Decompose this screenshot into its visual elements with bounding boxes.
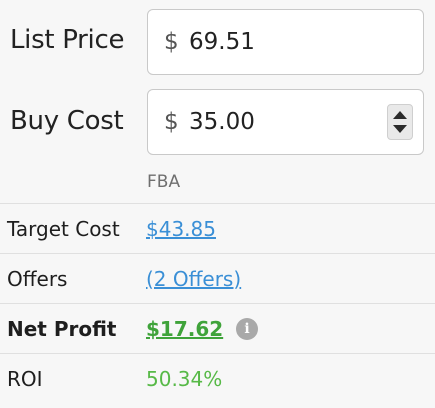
target-cost-label: Target Cost — [7, 216, 120, 241]
list-price-field[interactable]: $ 69.51 — [147, 9, 424, 75]
net-profit-row: Net Profit $17.62 i — [0, 303, 435, 353]
buy-cost-value[interactable]: 35.00 — [189, 109, 255, 135]
offers-label: Offers — [7, 266, 68, 291]
fulfillment-note: FBA — [147, 172, 181, 192]
offers-row: Offers (2 Offers) — [0, 253, 435, 303]
net-profit-label: Net Profit — [7, 316, 117, 341]
list-price-currency-symbol: $ — [164, 29, 179, 55]
decrement-arrow-icon[interactable] — [393, 125, 407, 133]
roi-row: ROI 50.34% — [0, 353, 435, 403]
list-price-label: List Price — [10, 25, 125, 55]
offers-link[interactable]: (2 Offers) — [146, 267, 241, 291]
increment-arrow-icon[interactable] — [393, 111, 407, 119]
roi-label: ROI — [7, 366, 43, 391]
buy-cost-label: Buy Cost — [10, 106, 124, 136]
buy-cost-stepper[interactable] — [387, 104, 413, 140]
target-cost-link[interactable]: $43.85 — [146, 217, 216, 241]
list-price-value[interactable]: 69.51 — [189, 29, 255, 55]
info-icon[interactable]: i — [236, 317, 258, 340]
buy-cost-currency-symbol: $ — [164, 109, 179, 135]
net-profit-link[interactable]: $17.62 — [146, 317, 223, 341]
roi-value: 50.34% — [146, 366, 223, 391]
buy-cost-field[interactable]: $ 35.00 — [147, 89, 424, 155]
target-cost-row: Target Cost $43.85 — [0, 203, 435, 253]
